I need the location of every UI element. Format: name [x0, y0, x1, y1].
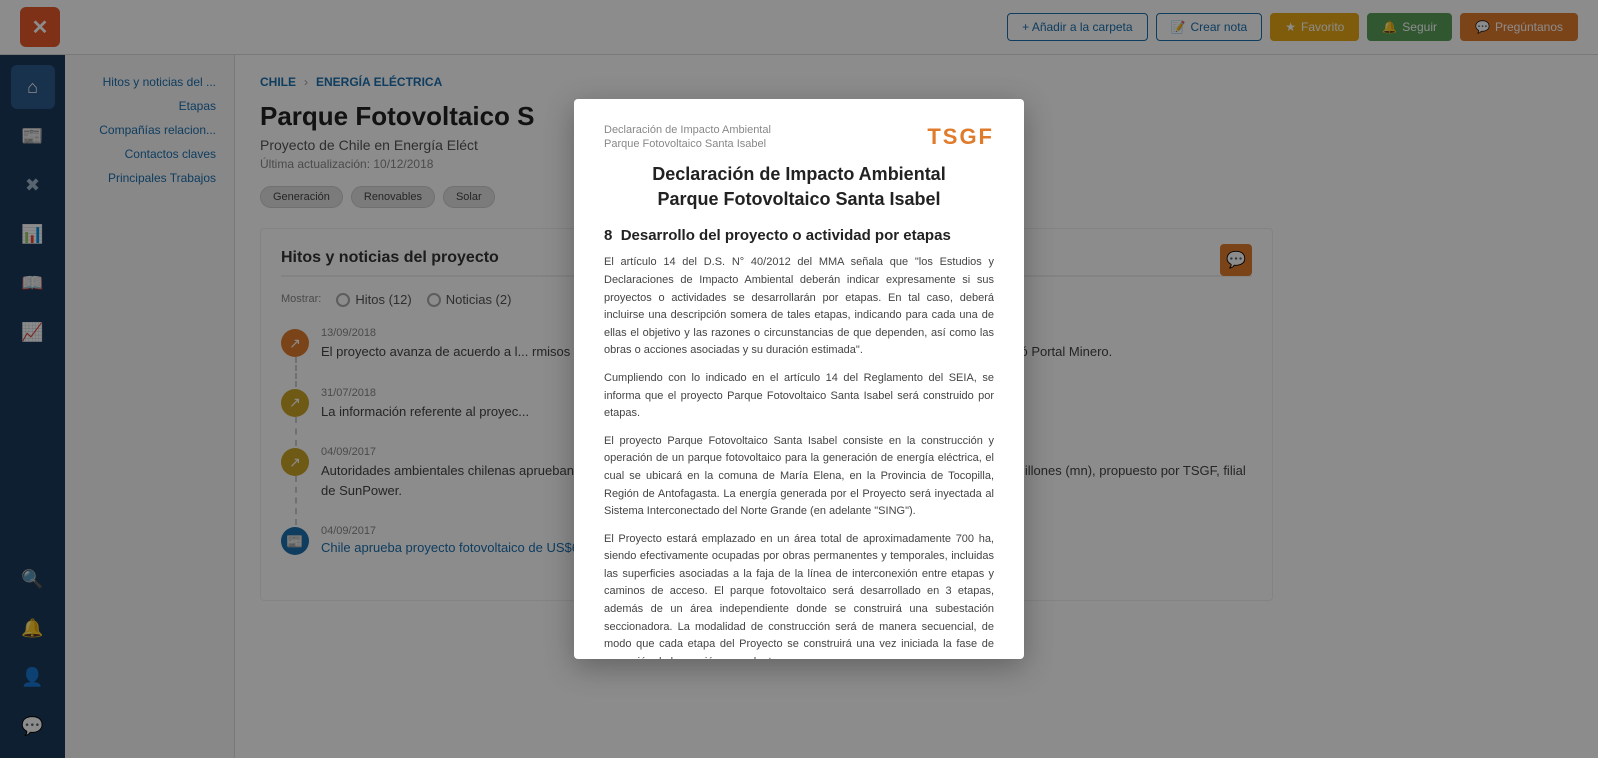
tsgf-logo: TSGF [927, 124, 994, 150]
modal-paragraph-2: Cumpliendo con lo indicado en el artícul… [604, 370, 994, 423]
modal-section-header: 8 Desarrollo del proyecto o actividad po… [604, 227, 994, 244]
modal-doc-info: Declaración de Impacto Ambiental Parque … [604, 124, 771, 152]
modal-paragraph-1: El artículo 14 del D.S. N° 40/2012 del M… [604, 254, 994, 360]
modal-paragraph-3: El proyecto Parque Fotovoltaico Santa Is… [604, 433, 994, 521]
modal-paragraph-4: El Proyecto estará emplazado en un área … [604, 531, 994, 659]
modal-doc-subtitle1: Declaración de Impacto Ambiental [604, 124, 771, 136]
modal-overlay[interactable]: Declaración de Impacto Ambiental Parque … [0, 0, 1598, 758]
modal-header: Declaración de Impacto Ambiental Parque … [604, 124, 994, 152]
modal-document: Declaración de Impacto Ambiental Parque … [574, 99, 1024, 659]
modal-doc-subtitle2: Parque Fotovoltaico Santa Isabel [604, 138, 771, 150]
modal-title: Declaración de Impacto AmbientalParque F… [604, 162, 994, 212]
